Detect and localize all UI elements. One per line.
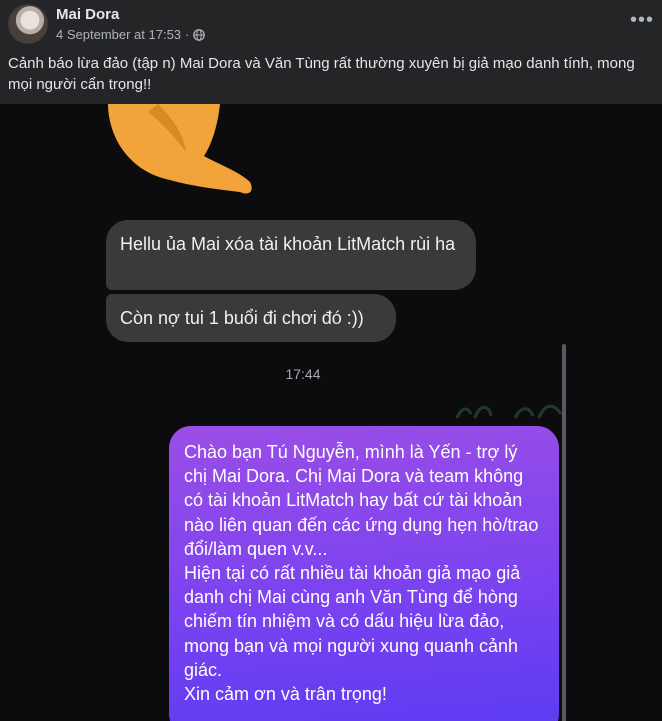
scrollbar[interactable] xyxy=(562,344,566,721)
message-time: 17:44 xyxy=(285,366,321,382)
post-header: Mai Dora 4 September at 17:53 · ••• Cảnh… xyxy=(0,0,662,104)
post-text: Cảnh báo lừa đảo (tập n) Mai Dora và Văn… xyxy=(8,55,635,93)
incoming-message[interactable]: Hellu ủa Mai xóa tài khoản LitMatch rùi … xyxy=(106,220,476,290)
facebook-post: Mai Dora 4 September at 17:53 · ••• Cảnh… xyxy=(0,0,662,721)
post-image[interactable]: Hellu ủa Mai xóa tài khoản LitMatch rùi … xyxy=(0,104,662,721)
duck-sticker xyxy=(108,104,252,194)
post-timestamp[interactable]: 4 September at 17:53 xyxy=(56,27,181,42)
plant-decoration xyxy=(455,404,563,419)
globe-icon xyxy=(193,28,206,41)
outgoing-message[interactable]: Chào bạn Tú Nguyễn, mình là Yến - trợ lý… xyxy=(169,426,559,721)
post-meta: 4 September at 17:53 · xyxy=(56,27,206,42)
ellipsis-icon: ••• xyxy=(629,8,654,31)
outgoing-paragraph: Chào bạn Tú Nguyễn, mình là Yến - trợ lý… xyxy=(184,442,539,559)
more-options-button[interactable]: ••• xyxy=(628,6,656,34)
outgoing-paragraph: Xin cảm ơn và trân trọng! xyxy=(184,684,387,705)
incoming-message[interactable]: Còn nợ tui 1 buổi đi chơi đó :)) xyxy=(106,294,396,342)
meta-separator: · xyxy=(185,27,190,42)
author-name[interactable]: Mai Dora xyxy=(56,6,119,23)
avatar[interactable] xyxy=(8,4,48,44)
outgoing-paragraph: Hiện tại có rất nhiều tài khoản giả mạo … xyxy=(184,563,521,680)
